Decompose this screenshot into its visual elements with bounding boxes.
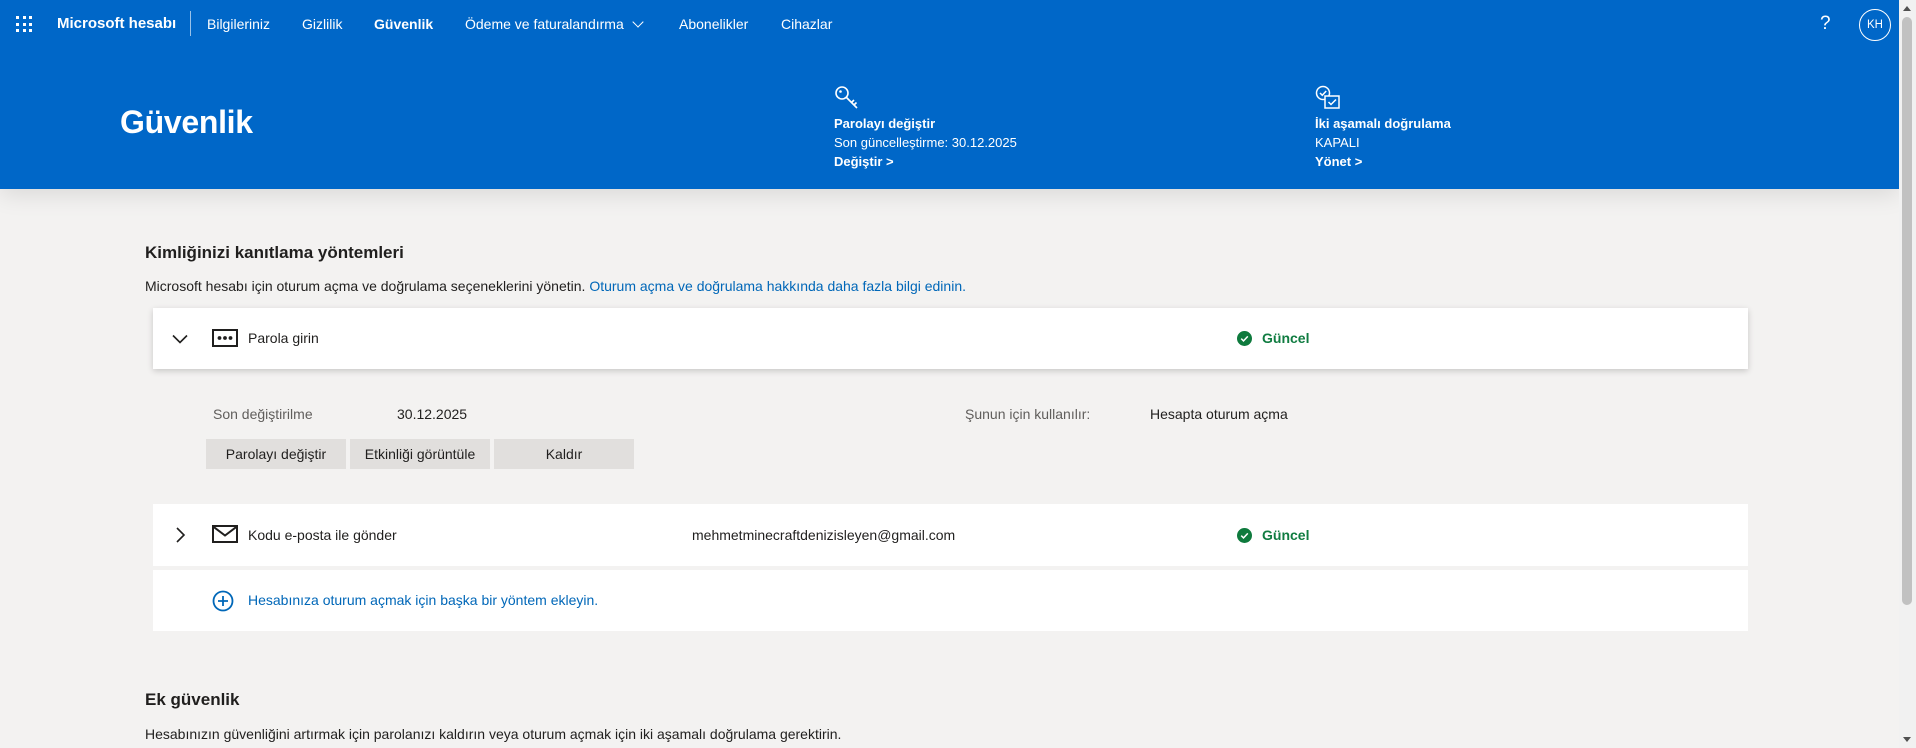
password-details-panel: Son değiştirilme 30.12.2025 Şunun için k… <box>153 377 1748 500</box>
avatar[interactable]: KH <box>1859 9 1891 41</box>
learn-more-link[interactable]: Oturum açma ve doğrulama hakkında daha f… <box>589 278 966 294</box>
chevron-down-icon <box>632 16 644 28</box>
status-badge: Güncel <box>1237 330 1309 346</box>
used-for-value: Hesapta oturum açma <box>1150 406 1288 422</box>
method-row-password[interactable]: Parola girin Güncel <box>153 308 1748 369</box>
check-circle-icon <box>1237 330 1252 346</box>
remove-button[interactable]: Kaldır <box>494 439 634 469</box>
method-name: Parola girin <box>248 330 319 346</box>
nav-item-security[interactable]: Güvenlik <box>374 16 433 32</box>
password-card: Parolayı değiştir Son güncelleştirme: 30… <box>834 86 1017 171</box>
nav-item-privacy[interactable]: Gizlilik <box>302 16 342 32</box>
used-for-label: Şunun için kullanılır: <box>965 406 1091 422</box>
last-changed-value: 30.12.2025 <box>397 406 468 422</box>
view-activity-button[interactable]: Etkinliği görüntüle <box>350 439 490 469</box>
password-card-subtitle: Son güncelleştirme: 30.12.2025 <box>834 135 1017 150</box>
nav-item-payment-label: Ödeme ve faturalandırma <box>465 16 624 32</box>
page-title: Güvenlik <box>120 104 253 140</box>
header-banner: Microsoft hesabı Bilgileriniz Gizlilik G… <box>0 0 1899 189</box>
nav-item-payment[interactable]: Ödeme ve faturalandırma <box>465 16 644 32</box>
method-name: Kodu e-posta ile gönder <box>248 527 397 543</box>
change-password-button[interactable]: Parolayı değiştir <box>206 439 346 469</box>
scroll-up-arrow[interactable] <box>1903 6 1911 11</box>
identity-section-title: Kimliğinizi kanıtlama yöntemleri <box>145 243 404 262</box>
twofa-card: İki aşamalı doğrulama KAPALI Yönet > <box>1315 85 1451 171</box>
top-nav: Microsoft hesabı Bilgileriniz Gizlilik G… <box>0 0 1899 48</box>
identity-description-text: Microsoft hesabı için oturum açma ve doğ… <box>145 278 586 294</box>
nav-item-subscriptions[interactable]: Abonelikler <box>679 16 748 32</box>
nav-item-devices[interactable]: Cihazlar <box>781 16 832 32</box>
app-launcher-icon[interactable] <box>16 16 32 32</box>
chevron-down-icon[interactable] <box>171 330 189 348</box>
key-icon <box>835 86 858 109</box>
twofa-card-status: KAPALI <box>1315 135 1360 150</box>
verified-check-icon <box>1315 85 1340 109</box>
password-dots-icon <box>212 329 238 347</box>
check-circle-icon <box>1237 527 1252 543</box>
help-icon[interactable]: ? <box>1820 13 1831 35</box>
add-circle-icon[interactable] <box>212 590 234 612</box>
scrollbar-thumb[interactable] <box>1902 17 1912 605</box>
add-method-link[interactable]: Hesabınıza oturum açmak için başka bir y… <box>248 592 598 608</box>
method-email-address: mehmetminecraftdenizisleyen@gmail.com <box>692 527 956 543</box>
last-changed-label: Son değiştirilme <box>213 406 313 422</box>
nav-divider <box>190 11 191 36</box>
identity-section-description: Microsoft hesabı için oturum açma ve doğ… <box>145 278 966 294</box>
add-method-row[interactable]: Hesabınıza oturum açmak için başka bir y… <box>153 570 1748 631</box>
scroll-down-arrow[interactable] <box>1903 737 1911 742</box>
mail-icon <box>212 525 238 543</box>
chevron-right-icon[interactable] <box>171 526 189 544</box>
change-password-link[interactable]: Değiştir > <box>834 152 1017 171</box>
password-card-title: Parolayı değiştir <box>834 116 936 131</box>
status-badge: Güncel <box>1237 527 1309 543</box>
extra-security-description: Hesabınızın güvenliğini artırmak için pa… <box>145 726 842 742</box>
status-text: Güncel <box>1262 527 1310 543</box>
manage-twofa-link[interactable]: Yönet > <box>1315 152 1451 171</box>
nav-item-info[interactable]: Bilgileriniz <box>207 16 270 32</box>
status-text: Güncel <box>1262 330 1310 346</box>
extra-security-title: Ek güvenlik <box>145 690 240 709</box>
method-row-email[interactable]: Kodu e-posta ile gönder mehmetminecraftd… <box>153 504 1748 566</box>
twofa-card-title: İki aşamalı doğrulama <box>1315 116 1451 131</box>
brand-link[interactable]: Microsoft hesabı <box>57 15 176 32</box>
